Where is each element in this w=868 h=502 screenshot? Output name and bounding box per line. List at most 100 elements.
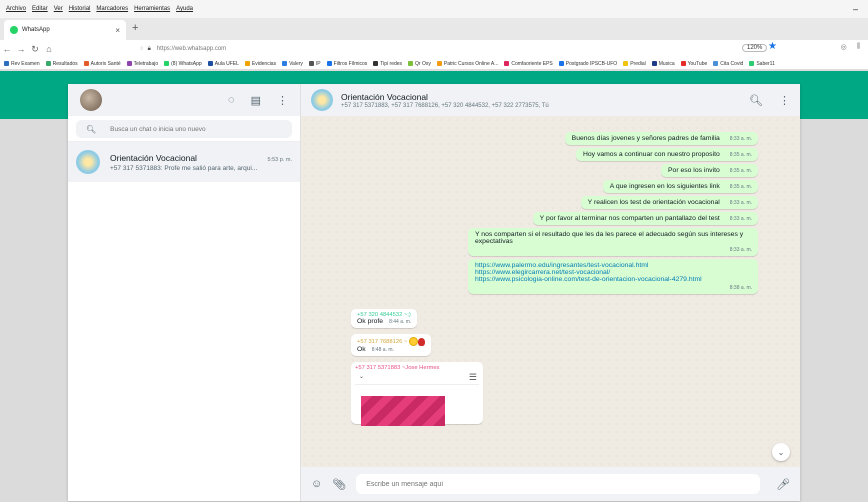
bookmark-icon (713, 61, 719, 66)
reload-icon[interactable]: ↻ (28, 44, 42, 55)
message-text: Buenos días jovenes y señores padres de … (571, 135, 720, 142)
bookmark-item[interactable]: IP (308, 61, 321, 67)
bookmark-icon (244, 61, 250, 66)
chevron-down-icon[interactable]: ⌄ (359, 373, 364, 380)
group-avatar[interactable] (311, 89, 333, 111)
bookmark-icon (651, 61, 657, 66)
bookmark-item[interactable]: Resultados (45, 61, 78, 67)
smile-emoji-icon (408, 337, 418, 346)
group-title: Orientación Vocacional +57 317 5371883, … (341, 92, 549, 109)
message-out[interactable]: Por eso los invito 8:35 a. m. (661, 164, 758, 177)
bookmark-label: Patric Cursos Online A... (443, 60, 499, 67)
bookmark-item[interactable]: Patric Cursos Online A... (436, 60, 499, 67)
message-out[interactable]: Y realicen los test de orientación vocac… (580, 196, 758, 209)
message-text: Y nos comparten si el resultado que les … (475, 231, 744, 245)
bookmark-item[interactable]: Comfaoriente EPS (504, 61, 553, 67)
bookmark-item[interactable]: Predial (623, 61, 646, 67)
bookmark-item[interactable]: YouTube (680, 60, 708, 67)
link-psicologia[interactable]: https://www.psicologia-online.com/test-d… (475, 276, 752, 283)
bookmark-item[interactable]: Postgrado IPSCB-UFO (558, 61, 617, 67)
menu-lines-icon[interactable]: ☰ (469, 372, 477, 383)
message-time: 8:38 a. m. (729, 285, 752, 291)
bookmark-icon (308, 61, 314, 66)
menu-ayuda[interactable]: Ayuda (176, 6, 193, 12)
tab-whatsapp[interactable]: WhatsApp × (4, 20, 126, 40)
forward-icon[interactable]: → (14, 44, 28, 54)
bookmark-item[interactable]: Aula UFEL (207, 61, 239, 67)
new-chat-icon[interactable]: ▤ (251, 94, 261, 107)
menu-herramientas[interactable]: Herramientas (134, 6, 170, 12)
message-out[interactable]: Hoy vamos a continuar con nuestro propos… (575, 148, 758, 161)
message-body: Ok profe 8:44 a. m. (357, 318, 411, 325)
message-sender[interactable]: +57 317 7688126 ~ (357, 337, 425, 346)
sidebar-header-icons: ◌ ▤ ⋮ (228, 94, 288, 107)
menu-ver[interactable]: Ver (54, 6, 63, 12)
message-out-links[interactable]: https://www.palermo.edu/ingresantes/test… (468, 259, 758, 294)
bookmark-label: Valery (289, 60, 303, 67)
library-icon[interactable]: ⫼ (857, 43, 860, 51)
bookmark-item[interactable]: Autorix Santé (83, 60, 121, 67)
group-name: Orientación Vocacional (341, 91, 428, 102)
message-in[interactable]: +57 317 7688126 ~ Ok 8:48 a. m. (351, 334, 431, 356)
message-out[interactable]: A que ingresen en los siguientes link 8:3… (602, 180, 758, 193)
bookmark-icon (126, 61, 132, 66)
tab-close-icon[interactable]: × (115, 26, 120, 35)
back-icon[interactable]: ← (0, 44, 14, 54)
new-tab-button[interactable]: + (132, 22, 138, 34)
message-time: 8:33 a. m. (729, 216, 752, 222)
chat-avatar (76, 150, 100, 174)
bookmark-item[interactable]: Tipi redes (373, 61, 402, 67)
bookmark-label: Qr Oxy (415, 60, 431, 67)
bookmark-label: Autorix Santé (90, 60, 121, 67)
zoom-level[interactable]: 120% (742, 44, 768, 52)
list-item[interactable]: Orientación Vocacional 5:53 p. m. +57 31… (68, 142, 300, 182)
search-input[interactable] (110, 125, 281, 133)
bookmark-icon (680, 61, 686, 66)
sender-suffix: ~ (403, 339, 408, 346)
scroll-down-button[interactable]: ⌄ (772, 443, 790, 461)
message-out[interactable]: Y por favor al terminar nos comparten un… (532, 212, 758, 225)
message-in[interactable]: +57 320 4844532 ~;) Ok profe 8:44 a. m. (351, 309, 418, 328)
message-out[interactable]: Y nos comparten si el resultado que les … (468, 228, 758, 256)
microphone-icon[interactable]: 🎤︎ (776, 478, 790, 491)
menu-dots-icon[interactable]: ⋮ (277, 94, 288, 107)
bookmark-item[interactable]: Cita Covid (713, 61, 743, 67)
media-toolbar: ⌄ ☰ (355, 371, 479, 385)
message-time: 8:33 a. m. (729, 136, 752, 142)
message-input[interactable] (356, 474, 761, 494)
bookmark-item[interactable]: (8) WhatsApp (164, 61, 202, 67)
bookmark-item[interactable]: Filtros Fílmicos (326, 61, 367, 67)
bookmark-item[interactable]: Evidencias (244, 61, 276, 67)
status-icon[interactable]: ◌ (228, 94, 235, 107)
conversation-header[interactable]: Orientación Vocacional +57 317 5371883, … (301, 84, 800, 116)
bookmark-item[interactable]: Rev Examen (4, 61, 40, 67)
bookmark-item[interactable]: Valery (282, 61, 303, 67)
bookmark-label: YouTube (687, 60, 708, 67)
menu-historial[interactable]: Historial (69, 6, 91, 12)
attach-icon[interactable]: 📎︎ (332, 478, 346, 491)
minimize-icon[interactable]: – (853, 4, 858, 14)
message-out[interactable]: Buenos días jovenes y señores padres de … (564, 132, 758, 145)
bookmark-item[interactable]: Qr Oxy (408, 61, 431, 67)
search-icon[interactable]: 🔍︎ (749, 94, 763, 107)
pocket-icon[interactable]: ◎ (841, 43, 847, 51)
media-image[interactable] (361, 396, 445, 426)
menu-dots-icon[interactable]: ⋮ (779, 94, 790, 107)
avatar[interactable] (80, 89, 102, 111)
bookmarks-bar: Rev Examen Resultados Autorix Santé Teletra… (0, 58, 868, 70)
menu-marcadores[interactable]: Marcadores (96, 6, 128, 12)
bookmark-item[interactable]: Musica (651, 61, 675, 67)
link-palermo[interactable]: https://www.palermo.edu/ingresantes/test… (475, 262, 752, 269)
emoji-icon[interactable]: ☺ (311, 478, 322, 490)
address-bar[interactable]: ◌ 🔒︎ https://web.whatsapp.com (140, 42, 820, 56)
bookmark-item[interactable]: Teletrabajo (126, 61, 158, 67)
home-icon[interactable]: ⌂ (42, 44, 56, 54)
message-in-media[interactable]: +57 317 5371883 ~Jose Hermes ⌄ ☰ (351, 362, 483, 426)
bookmark-icon (164, 61, 170, 66)
bookmark-item[interactable]: Saber11 (749, 61, 775, 67)
menu-archivo[interactable]: Archivo (6, 6, 26, 12)
menu-editar[interactable]: Editar (32, 6, 48, 12)
bookmark-star-icon[interactable]: ★ (768, 41, 777, 52)
link-elegircarrera[interactable]: https://www.elegircarrera.net/test-vocac… (475, 269, 752, 276)
search-icon[interactable]: 🔍︎ (86, 125, 96, 134)
